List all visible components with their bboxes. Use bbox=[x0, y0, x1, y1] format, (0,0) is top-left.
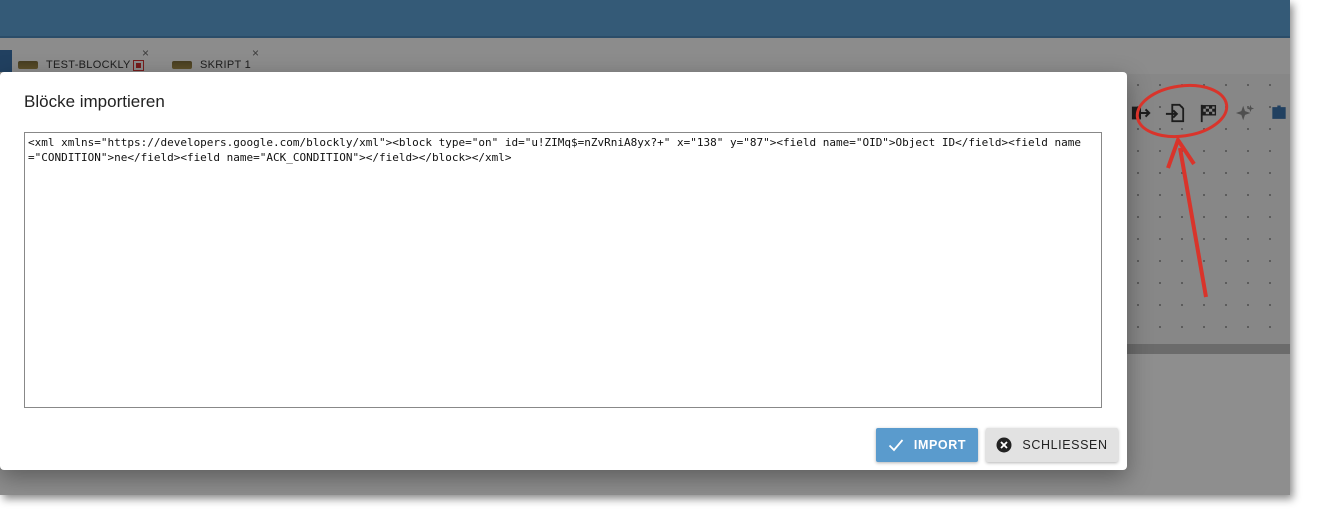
checkmark-icon bbox=[888, 439, 904, 452]
import-blocks-dialog: Blöcke importieren <xml xmlns="https://d… bbox=[0, 72, 1127, 470]
close-button-label: SCHLIESSEN bbox=[1022, 438, 1108, 452]
dialog-title: Blöcke importieren bbox=[24, 92, 165, 111]
import-button-label: IMPORT bbox=[913, 438, 967, 452]
app-window: TEST-BLOCKLY × SKRIPT 1 × Blöcke importi… bbox=[0, 0, 1290, 495]
xml-input[interactable]: <xml xmlns="https://developers.google.co… bbox=[24, 132, 1102, 408]
close-circle-icon bbox=[996, 437, 1012, 453]
import-button[interactable]: IMPORT bbox=[876, 428, 978, 462]
close-button[interactable]: SCHLIESSEN bbox=[986, 428, 1118, 462]
